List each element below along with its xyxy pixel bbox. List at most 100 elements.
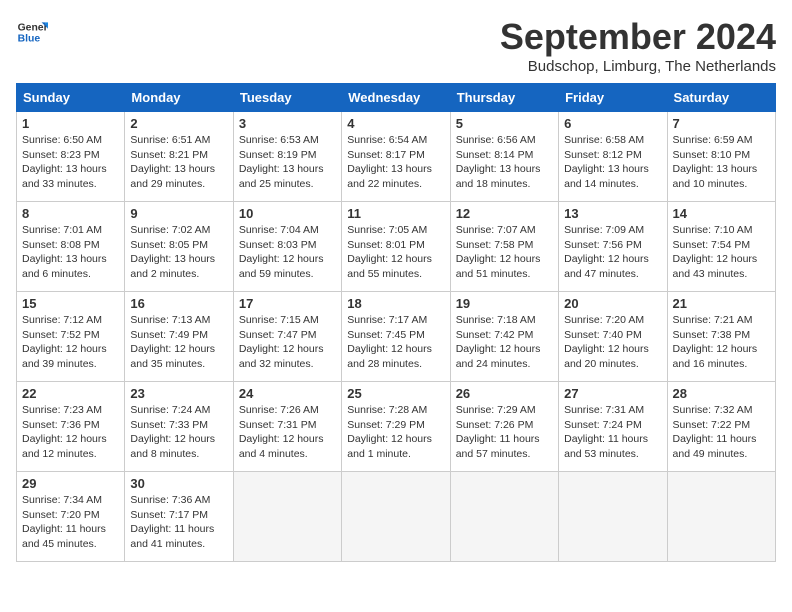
day-info: Sunrise: 7:23 AM Sunset: 7:36 PM Dayligh… — [22, 403, 119, 462]
calendar-cell: 25 Sunrise: 7:28 AM Sunset: 7:29 PM Dayli… — [342, 382, 450, 472]
calendar-row: 1 Sunrise: 6:50 AM Sunset: 8:23 PM Daylig… — [17, 112, 776, 202]
calendar-cell: 21 Sunrise: 7:21 AM Sunset: 7:38 PM Dayli… — [667, 292, 775, 382]
calendar-cell: 2Sunrise: 6:51 AM Sunset: 8:21 PM Daylig… — [125, 112, 233, 202]
day-number: 7 — [673, 116, 770, 131]
day-info: Sunrise: 6:58 AM Sunset: 8:12 PM Dayligh… — [564, 133, 661, 192]
day-number: 19 — [456, 296, 553, 311]
calendar-cell: 6Sunrise: 6:58 AM Sunset: 8:12 PM Daylig… — [559, 112, 667, 202]
day-number: 23 — [130, 386, 227, 401]
calendar-cell — [342, 472, 450, 562]
day-number: 3 — [239, 116, 336, 131]
day-number: 4 — [347, 116, 444, 131]
day-info: Sunrise: 7:10 AM Sunset: 7:54 PM Dayligh… — [673, 223, 770, 282]
day-number: 20 — [564, 296, 661, 311]
day-header: Sunday — [17, 84, 125, 112]
day-number: 8 — [22, 206, 119, 221]
calendar-cell: 26Sunrise: 7:29 AM Sunset: 7:26 PM Dayli… — [450, 382, 558, 472]
calendar-row: 29 Sunrise: 7:34 AM Sunset: 7:20 PM Dayli… — [17, 472, 776, 562]
day-info: Sunrise: 7:12 AM Sunset: 7:52 PM Dayligh… — [22, 313, 119, 372]
day-number: 13 — [564, 206, 661, 221]
calendar-cell: 20 Sunrise: 7:20 AM Sunset: 7:40 PM Dayli… — [559, 292, 667, 382]
calendar-cell: 23 Sunrise: 7:24 AM Sunset: 7:33 PM Dayli… — [125, 382, 233, 472]
day-number: 5 — [456, 116, 553, 131]
day-number: 9 — [130, 206, 227, 221]
calendar-cell: 9 Sunrise: 7:02 AM Sunset: 8:05 PM Daylig… — [125, 202, 233, 292]
calendar-row: 15 Sunrise: 7:12 AM Sunset: 7:52 PM Dayli… — [17, 292, 776, 382]
calendar-cell — [667, 472, 775, 562]
day-number: 24 — [239, 386, 336, 401]
calendar-cell: 1 Sunrise: 6:50 AM Sunset: 8:23 PM Daylig… — [17, 112, 125, 202]
day-number: 29 — [22, 476, 119, 491]
day-number: 12 — [456, 206, 553, 221]
day-info: Sunrise: 6:59 AM Sunset: 8:10 PM Dayligh… — [673, 133, 770, 192]
calendar-table: SundayMondayTuesdayWednesdayThursdayFrid… — [16, 83, 776, 562]
day-info: Sunrise: 7:34 AM Sunset: 7:20 PM Dayligh… — [22, 493, 119, 552]
calendar-cell: 27 Sunrise: 7:31 AM Sunset: 7:24 PM Dayli… — [559, 382, 667, 472]
day-number: 27 — [564, 386, 661, 401]
calendar-cell — [450, 472, 558, 562]
day-number: 21 — [673, 296, 770, 311]
day-number: 18 — [347, 296, 444, 311]
day-number: 16 — [130, 296, 227, 311]
calendar-cell: 19 Sunrise: 7:18 AM Sunset: 7:42 PM Dayli… — [450, 292, 558, 382]
day-info: Sunrise: 7:01 AM Sunset: 8:08 PM Dayligh… — [22, 223, 119, 282]
day-info: Sunrise: 7:28 AM Sunset: 7:29 PM Dayligh… — [347, 403, 444, 462]
day-info: Sunrise: 7:36 AM Sunset: 7:17 PM Dayligh… — [130, 493, 227, 552]
location: Budschop, Limburg, The Netherlands — [500, 58, 776, 75]
day-info: Sunrise: 7:24 AM Sunset: 7:33 PM Dayligh… — [130, 403, 227, 462]
calendar-cell: 8 Sunrise: 7:01 AM Sunset: 8:08 PM Daylig… — [17, 202, 125, 292]
day-info: Sunrise: 7:15 AM Sunset: 7:47 PM Dayligh… — [239, 313, 336, 372]
day-number: 14 — [673, 206, 770, 221]
day-number: 30 — [130, 476, 227, 491]
day-header: Tuesday — [233, 84, 341, 112]
day-info: Sunrise: 7:21 AM Sunset: 7:38 PM Dayligh… — [673, 313, 770, 372]
header-row: SundayMondayTuesdayWednesdayThursdayFrid… — [17, 84, 776, 112]
day-number: 22 — [22, 386, 119, 401]
calendar-cell: 29 Sunrise: 7:34 AM Sunset: 7:20 PM Dayli… — [17, 472, 125, 562]
calendar-cell: 18Sunrise: 7:17 AM Sunset: 7:45 PM Dayli… — [342, 292, 450, 382]
calendar-cell — [233, 472, 341, 562]
svg-text:Blue: Blue — [18, 34, 41, 45]
calendar-cell: 11 Sunrise: 7:05 AM Sunset: 8:01 PM Dayli… — [342, 202, 450, 292]
day-header: Saturday — [667, 84, 775, 112]
page-header: General Blue September 2024 Budschop, Li… — [16, 16, 776, 75]
logo-icon: General Blue — [16, 16, 48, 48]
day-info: Sunrise: 7:18 AM Sunset: 7:42 PM Dayligh… — [456, 313, 553, 372]
calendar-cell: 14 Sunrise: 7:10 AM Sunset: 7:54 PM Dayli… — [667, 202, 775, 292]
title-section: September 2024 Budschop, Limburg, The Ne… — [500, 16, 776, 75]
calendar-cell: 12 Sunrise: 7:07 AM Sunset: 7:58 PM Dayli… — [450, 202, 558, 292]
calendar-cell: 10Sunrise: 7:04 AM Sunset: 8:03 PM Dayli… — [233, 202, 341, 292]
day-number: 17 — [239, 296, 336, 311]
calendar-cell: 13Sunrise: 7:09 AM Sunset: 7:56 PM Dayli… — [559, 202, 667, 292]
calendar-cell: 17 Sunrise: 7:15 AM Sunset: 7:47 PM Dayli… — [233, 292, 341, 382]
day-number: 15 — [22, 296, 119, 311]
calendar-cell: 24Sunrise: 7:26 AM Sunset: 7:31 PM Dayli… — [233, 382, 341, 472]
day-info: Sunrise: 7:31 AM Sunset: 7:24 PM Dayligh… — [564, 403, 661, 462]
day-number: 28 — [673, 386, 770, 401]
calendar-row: 22 Sunrise: 7:23 AM Sunset: 7:36 PM Dayli… — [17, 382, 776, 472]
day-info: Sunrise: 7:04 AM Sunset: 8:03 PM Dayligh… — [239, 223, 336, 282]
calendar-cell: 5 Sunrise: 6:56 AM Sunset: 8:14 PM Daylig… — [450, 112, 558, 202]
day-number: 1 — [22, 116, 119, 131]
day-info: Sunrise: 6:54 AM Sunset: 8:17 PM Dayligh… — [347, 133, 444, 192]
day-header: Thursday — [450, 84, 558, 112]
logo: General Blue — [16, 16, 48, 48]
calendar-cell: 30 Sunrise: 7:36 AM Sunset: 7:17 PM Dayli… — [125, 472, 233, 562]
day-info: Sunrise: 6:50 AM Sunset: 8:23 PM Dayligh… — [22, 133, 119, 192]
day-info: Sunrise: 6:56 AM Sunset: 8:14 PM Dayligh… — [456, 133, 553, 192]
day-info: Sunrise: 7:07 AM Sunset: 7:58 PM Dayligh… — [456, 223, 553, 282]
calendar-cell: 15 Sunrise: 7:12 AM Sunset: 7:52 PM Dayli… — [17, 292, 125, 382]
day-info: Sunrise: 7:29 AM Sunset: 7:26 PM Dayligh… — [456, 403, 553, 462]
day-number: 25 — [347, 386, 444, 401]
day-info: Sunrise: 7:02 AM Sunset: 8:05 PM Dayligh… — [130, 223, 227, 282]
calendar-cell: 7 Sunrise: 6:59 AM Sunset: 8:10 PM Daylig… — [667, 112, 775, 202]
month-title: September 2024 — [500, 16, 776, 58]
day-info: Sunrise: 7:13 AM Sunset: 7:49 PM Dayligh… — [130, 313, 227, 372]
day-info: Sunrise: 7:20 AM Sunset: 7:40 PM Dayligh… — [564, 313, 661, 372]
calendar-cell: 16 Sunrise: 7:13 AM Sunset: 7:49 PM Dayli… — [125, 292, 233, 382]
day-number: 11 — [347, 206, 444, 221]
day-info: Sunrise: 7:05 AM Sunset: 8:01 PM Dayligh… — [347, 223, 444, 282]
day-info: Sunrise: 6:53 AM Sunset: 8:19 PM Dayligh… — [239, 133, 336, 192]
day-header: Monday — [125, 84, 233, 112]
day-number: 2 — [130, 116, 227, 131]
